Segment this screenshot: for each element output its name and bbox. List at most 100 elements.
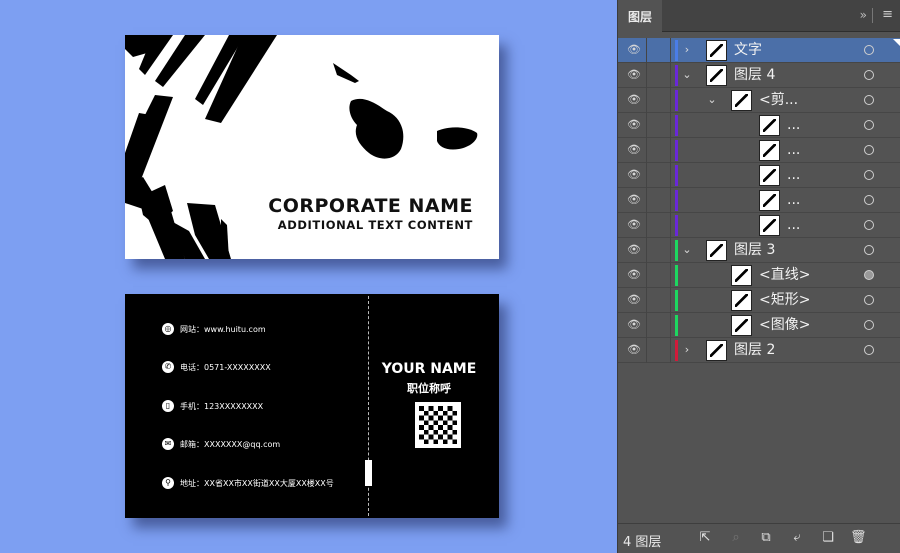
layer-row[interactable]: 👁 ⌄ 图层 3: [618, 238, 900, 263]
chevron-right-icon[interactable]: ›: [681, 43, 693, 57]
layer-row[interactable]: 👁 <直线>: [618, 263, 900, 288]
layer-row[interactable]: 👁 › 文字: [618, 38, 900, 63]
visibility-eye-icon[interactable]: 👁: [627, 344, 641, 356]
layer-thumbnail: [706, 240, 727, 261]
layer-row[interactable]: 👁 › 图层 2: [618, 338, 900, 363]
layer-name[interactable]: ...: [787, 116, 800, 134]
lock-column[interactable]: [670, 163, 671, 188]
visibility-eye-icon[interactable]: 👁: [627, 119, 641, 131]
chevron-right-icon[interactable]: ›: [681, 343, 693, 357]
layer-color-bar: [675, 165, 678, 186]
layer-row[interactable]: 👁...: [618, 188, 900, 213]
layer-name[interactable]: <直线>: [759, 266, 810, 284]
layer-row[interactable]: 👁 ⌄ 图层 4: [618, 63, 900, 88]
layer-row[interactable]: 👁 ⌄ <剪...: [618, 88, 900, 113]
lock-column[interactable]: [670, 88, 671, 113]
lock-column[interactable]: [670, 238, 671, 263]
lock-column[interactable]: [670, 288, 671, 313]
contact-value: 123XXXXXXXX: [204, 401, 264, 411]
visibility-eye-icon[interactable]: 👁: [627, 244, 641, 256]
layer-row[interactable]: 👁...: [618, 213, 900, 238]
thumbnail-preview: [735, 294, 748, 307]
layer-name[interactable]: 图层 3: [734, 241, 775, 259]
lock-column[interactable]: [670, 63, 671, 88]
artboard-canvas[interactable]: CORPORATE NAME ADDITIONAL TEXT CONTENT ◎…: [0, 0, 617, 553]
layer-name[interactable]: ...: [787, 216, 800, 234]
lock-column[interactable]: [670, 263, 671, 288]
visibility-eye-icon[interactable]: 👁: [627, 69, 641, 81]
clipping-mask-icon[interactable]: ⧉: [758, 530, 774, 546]
business-card-back[interactable]: ◎ 网站： www.huitu.com ✆ 电话： 0571-XXXXXXXX …: [125, 294, 499, 518]
target-circle-icon[interactable]: [864, 245, 874, 255]
layer-row[interactable]: 👁 <图像>: [618, 313, 900, 338]
layer-name[interactable]: <图像>: [759, 316, 810, 334]
contact-address: ⚲ 地址： XX省XX市XX街道XX大厦XX楼XX号: [162, 477, 334, 489]
lock-column[interactable]: [670, 113, 671, 138]
visibility-eye-icon[interactable]: 👁: [627, 169, 641, 181]
search-icon[interactable]: ⌕: [728, 530, 744, 546]
layer-row[interactable]: 👁...: [618, 113, 900, 138]
target-circle-icon[interactable]: [864, 295, 874, 305]
target-circle-icon[interactable]: [864, 220, 874, 230]
layer-thumbnail: [731, 90, 752, 111]
new-layer-icon[interactable]: ❏: [820, 530, 836, 546]
lock-column[interactable]: [670, 138, 671, 163]
chevron-down-icon[interactable]: ⌄: [706, 93, 718, 107]
panel-tab-bar: 图层 » ≡: [618, 0, 900, 32]
tab-layers[interactable]: 图层: [618, 0, 662, 32]
export-icon[interactable]: ⇱: [697, 530, 713, 546]
target-circle-icon[interactable]: [864, 195, 874, 205]
target-circle-icon[interactable]: [864, 120, 874, 130]
layer-name[interactable]: ...: [787, 166, 800, 184]
layer-name[interactable]: 图层 2: [734, 341, 775, 359]
target-circle-icon[interactable]: [864, 70, 874, 80]
collapse-panel-icon[interactable]: »: [860, 8, 867, 22]
layer-row[interactable]: 👁...: [618, 163, 900, 188]
visibility-eye-icon[interactable]: 👁: [627, 194, 641, 206]
thumbnail-preview: [763, 194, 776, 207]
target-circle-icon[interactable]: [864, 170, 874, 180]
visibility-eye-icon[interactable]: 👁: [627, 44, 641, 56]
target-circle-icon[interactable]: [864, 320, 874, 330]
column-separator: [646, 288, 647, 313]
lock-column[interactable]: [670, 213, 671, 238]
layer-name[interactable]: <剪...: [759, 91, 798, 109]
lock-column[interactable]: [670, 188, 671, 213]
visibility-eye-icon[interactable]: 👁: [627, 219, 641, 231]
chevron-down-icon[interactable]: ⌄: [681, 243, 693, 257]
layer-name[interactable]: ...: [787, 191, 800, 209]
layer-thumbnail: [731, 265, 752, 286]
lock-column[interactable]: [670, 38, 671, 63]
target-circle-icon[interactable]: [864, 345, 874, 355]
layer-thumbnail: [759, 190, 780, 211]
chevron-down-icon[interactable]: ⌄: [681, 68, 693, 82]
layer-thumbnail: [731, 315, 752, 336]
panel-menu-icon[interactable]: ≡: [882, 7, 893, 22]
visibility-eye-icon[interactable]: 👁: [627, 319, 641, 331]
column-separator: [646, 213, 647, 238]
lock-column[interactable]: [670, 338, 671, 363]
delete-layer-icon[interactable]: 🗑: [850, 530, 867, 546]
layer-name[interactable]: ...: [787, 141, 800, 159]
business-card-front[interactable]: CORPORATE NAME ADDITIONAL TEXT CONTENT: [125, 35, 499, 259]
lock-column[interactable]: [670, 313, 671, 338]
target-circle-icon[interactable]: [864, 270, 874, 280]
column-separator: [646, 188, 647, 213]
layer-row[interactable]: 👁 <矩形>: [618, 288, 900, 313]
layer-row[interactable]: 👁...: [618, 138, 900, 163]
layer-name[interactable]: 文字: [734, 41, 762, 59]
thumbnail-preview: [763, 169, 776, 182]
layer-thumbnail: [731, 290, 752, 311]
layer-name[interactable]: <矩形>: [759, 291, 810, 309]
visibility-eye-icon[interactable]: 👁: [627, 294, 641, 306]
visibility-eye-icon[interactable]: 👁: [627, 269, 641, 281]
target-circle-icon[interactable]: [864, 145, 874, 155]
visibility-eye-icon[interactable]: 👁: [627, 94, 641, 106]
layer-name[interactable]: 图层 4: [734, 66, 775, 84]
thumbnail-preview: [763, 144, 776, 157]
target-circle-icon[interactable]: [864, 45, 874, 55]
target-circle-icon[interactable]: [864, 95, 874, 105]
new-sublayer-icon[interactable]: ⤶: [789, 530, 805, 546]
visibility-eye-icon[interactable]: 👁: [627, 144, 641, 156]
corporate-name: CORPORATE NAME: [268, 195, 473, 217]
